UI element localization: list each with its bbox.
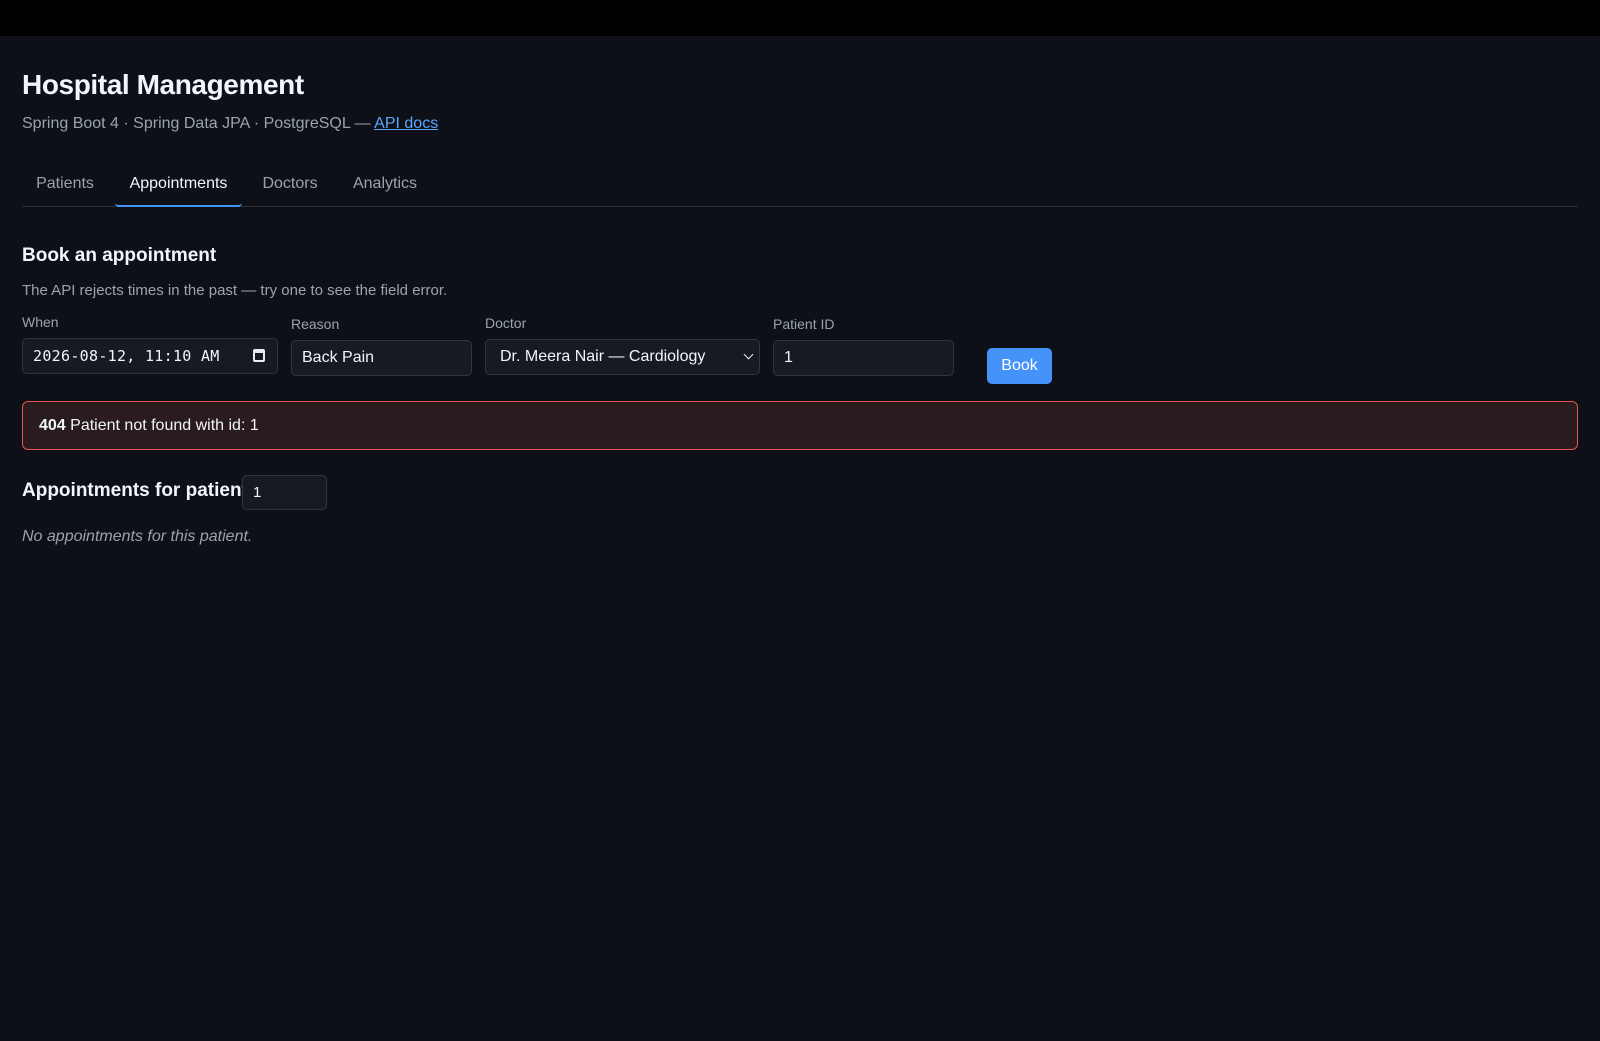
tab-patients[interactable]: Patients [22,160,108,207]
book-appointment-heading: Book an appointment [22,245,217,266]
error-alert: 404 Patient not found with id: 1 [22,401,1578,450]
api-docs-link[interactable]: API docs [374,115,438,132]
appointments-patient-id-input[interactable]: 1 [242,475,327,510]
tab-doctors[interactable]: Doctors [248,160,332,207]
tab-analytics[interactable]: Analytics [338,160,432,207]
doctor-selected-value: Dr. Meera Nair — Cardiology [500,348,706,365]
doctor-select[interactable]: Dr. Meera Nair — Cardiology [485,339,760,375]
tab-bar: Patients Appointments Doctors Analytics [22,160,1578,207]
appointments-heading: Appointments for patient [22,480,248,501]
when-value: 2026-08-12, 11:10 AM [33,347,220,365]
patient-id-value: 1 [784,349,793,366]
booking-hint: The API rejects times in the past — try … [22,282,448,299]
doctor-label: Doctor [485,315,527,331]
empty-appointments-message: No appointments for this patient. [22,528,253,545]
patient-id-label: Patient ID [773,316,835,332]
chevron-down-icon [743,349,754,360]
tech-stack-text: Spring Boot 4 · Spring Data JPA · Postgr… [22,115,375,132]
calendar-icon[interactable] [253,349,265,362]
reason-label: Reason [291,316,340,332]
page-title: Hospital Management [22,69,304,100]
tab-appointments[interactable]: Appointments [115,160,242,207]
reason-value: Back Pain [302,349,375,366]
reason-input[interactable]: Back Pain [291,340,472,376]
error-status-code: 404 [39,417,66,434]
when-datetime-input[interactable]: 2026-08-12, 11:10 AM [22,338,278,374]
error-message: Patient not found with id: 1 [70,417,259,434]
window-top-bar [0,0,1600,36]
when-label: When [22,314,59,330]
patient-id-input[interactable]: 1 [773,340,954,376]
page-subtitle: Spring Boot 4 · Spring Data JPA · Postgr… [22,115,438,133]
appointments-patient-id-value: 1 [253,484,262,501]
book-button[interactable]: Book [987,348,1052,384]
